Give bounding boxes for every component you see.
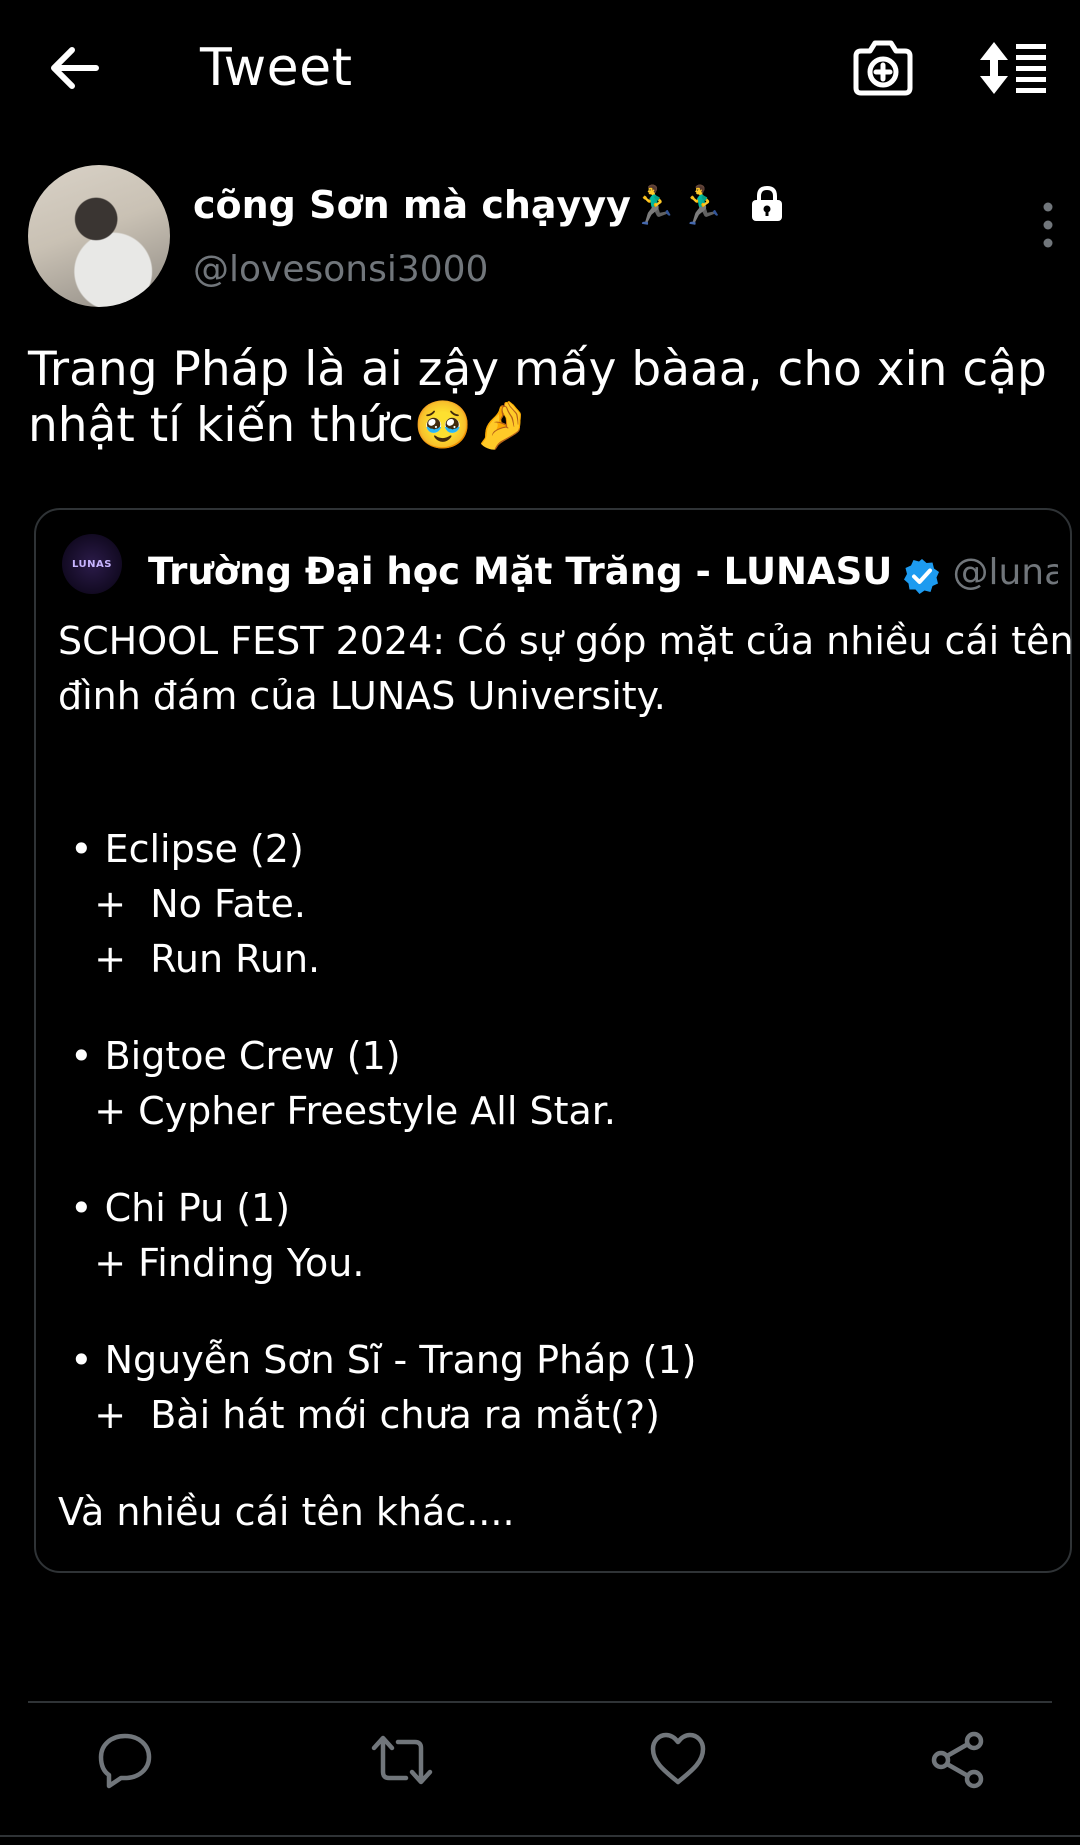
divider [0,1835,1080,1837]
list-item-title: • Eclipse (2) [58,827,304,871]
camera-plus-icon [853,40,913,96]
retweet-icon [371,1735,433,1785]
list-item-title: • Nguyễn Sơn Sĩ - Trang Pháp (1) [58,1338,697,1382]
list-subitem: + No Fate. [58,882,307,926]
list-subitem: + Run Run. [58,937,321,981]
quoted-text-outro: Và nhiều cái tên khác.... [58,1490,515,1534]
list-subitem: + Finding You. [58,1241,365,1285]
list-item-title: • Bigtoe Crew (1) [58,1034,401,1078]
quoted-author-name: Trường Đại học Mặt Trăng - LUNASU [148,550,893,593]
tweet-text-line: nhật tí kiến thức🥹🤌 [28,398,531,453]
more-vertical-icon [1043,202,1053,248]
sort-button[interactable] [978,38,1048,98]
camera-button[interactable] [850,38,916,98]
author-display-name[interactable]: cõng Sơn mà chạyyy🏃‍♂️🏃‍♂️ [193,183,785,228]
list-subitem: + Bài hát mới chưa ra mắt(?) [58,1393,660,1437]
share-icon [931,1731,984,1789]
top-bar: Tweet [0,0,1080,140]
tweet-author: cõng Sơn mà chạyyy🏃‍♂️🏃‍♂️ @lovesonsi300… [28,165,1058,310]
quoted-author-avatar: LUNAS [62,534,122,594]
quoted-tweet-body: SCHOOL FEST 2024: Có sự góp mặt của nhiề… [58,614,1074,1540]
reply-icon [98,1733,152,1789]
list-item-title: • Chi Pu (1) [58,1186,291,1230]
page-title: Tweet [200,38,353,98]
like-button[interactable] [648,1730,708,1790]
share-button[interactable] [928,1730,988,1790]
reply-button[interactable] [95,1730,155,1790]
back-button[interactable] [44,38,104,98]
verified-badge-icon [904,558,940,594]
tweet-text-line: Trang Pháp là ai zậy mấy bàaa, cho xin c… [28,342,1047,397]
lock-icon [751,185,782,221]
list-subitem: + Cypher Freestyle All Star. [58,1089,617,1133]
back-arrow-icon [51,47,99,89]
author-handle[interactable]: @lovesonsi3000 [193,249,488,290]
quoted-text-line: đình đám của LUNAS University. [58,674,666,718]
divider [28,1701,1052,1703]
sort-icon [980,42,1046,94]
like-icon [650,1732,706,1785]
author-name-text: cõng Sơn mà chạyyy🏃‍♂️🏃‍♂️ [193,183,726,227]
quoted-author-handle: @lunasu... [952,552,1058,593]
tweet-actions-bar [0,1730,1080,1810]
retweet-button[interactable] [370,1730,433,1790]
quoted-tweet-header: Trường Đại học Mặt Trăng - LUNASU @lunas… [148,550,1058,599]
quoted-tweet[interactable]: LUNAS Trường Đại học Mặt Trăng - LUNASU … [34,508,1074,1573]
quoted-text-line: SCHOOL FEST 2024: Có sự góp mặt của nhiề… [58,619,1074,663]
tweet-text: Trang Pháp là ai zậy mấy bàaa, cho xin c… [28,342,1058,454]
author-avatar[interactable] [28,165,170,307]
more-options-button[interactable] [1028,195,1068,255]
